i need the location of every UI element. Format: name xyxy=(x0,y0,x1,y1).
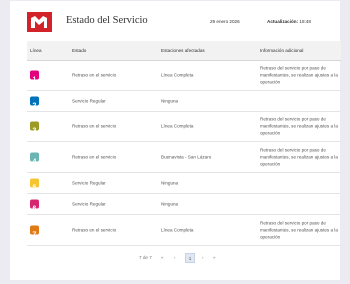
table-row: 5 Servicio Regular Ninguna xyxy=(27,172,341,194)
row-status: Retraso en el servicio xyxy=(72,227,117,232)
table-row: 6 Servicio Regular Ninguna xyxy=(27,193,341,215)
svg-text:1: 1 xyxy=(33,77,37,84)
metro-line-4-icon: 4 xyxy=(30,152,39,165)
metro-line-7-icon: 7 xyxy=(30,225,39,238)
row-affected-stations: Línea Completa xyxy=(161,123,194,129)
column-header-status: Estado xyxy=(72,48,87,53)
first-page-button[interactable]: « xyxy=(161,255,164,260)
row-status: Servicio Regular xyxy=(72,98,106,103)
row-status: Servicio Regular xyxy=(72,180,106,185)
row-status: Retraso en el servicio xyxy=(72,72,117,78)
page-title: Estado del Servicio xyxy=(66,15,148,26)
svg-text:7: 7 xyxy=(33,231,37,238)
table-row: 1 Retraso en el servicio Línea Completa Ret… xyxy=(27,60,341,91)
row-additional-info: Retraso del servicio por paso de manifes… xyxy=(260,116,338,136)
row-status: Retraso en el servicio xyxy=(72,123,117,129)
prev-page-button[interactable]: ‹ xyxy=(174,255,176,260)
svg-text:2: 2 xyxy=(33,102,37,109)
metro-line-3-icon: 3 xyxy=(30,121,39,135)
svg-text:6: 6 xyxy=(33,205,37,212)
column-header-stations: Estaciones afectadas xyxy=(161,48,205,53)
metro-logo xyxy=(27,12,52,32)
metro-line-1-icon: 1 xyxy=(30,70,39,84)
svg-text:3: 3 xyxy=(33,128,37,135)
row-status: Servicio Regular xyxy=(72,201,106,206)
column-header-line: Línea xyxy=(30,48,42,53)
last-updated-label: Actualización: xyxy=(267,19,299,24)
row-affected-stations: Ninguna xyxy=(161,180,179,185)
metro-line-5-icon: 5 xyxy=(30,178,39,191)
metro-line-2-icon: 2 xyxy=(30,96,39,109)
next-page-button[interactable]: › xyxy=(202,255,204,260)
service-status-card: Estado del Servicio 29 enero 2026 Actual… xyxy=(10,1,341,280)
row-additional-info: Retraso del servicio por paso de manifes… xyxy=(260,65,338,85)
row-affected-stations: Buenavista - San Lázaro xyxy=(161,154,212,159)
current-date: 29 enero 2026 xyxy=(210,19,240,24)
last-updated: Actualización: 18:48 xyxy=(267,19,311,24)
table-row: 2 Servicio Regular Ninguna xyxy=(27,90,341,112)
table-row: 3 Retraso en el servicio Línea Completa Ret… xyxy=(27,111,341,142)
last-updated-time: 18:48 xyxy=(299,19,311,24)
row-additional-info: Retraso del servicio por paso de manifes… xyxy=(260,220,338,239)
page-info: 7 de 7 xyxy=(139,255,152,260)
table-row: 4 Retraso en el servicio Buenavista - San … xyxy=(27,141,341,173)
row-additional-info: Retraso del servicio por paso de manifes… xyxy=(260,147,338,166)
row-affected-stations: Línea Completa xyxy=(161,72,194,78)
table-header: Línea Estado Estaciones afectadas Inform… xyxy=(27,41,341,61)
metro-line-6-icon: 6 xyxy=(30,199,39,212)
svg-text:4: 4 xyxy=(33,158,37,165)
row-affected-stations: Ninguna xyxy=(161,98,179,103)
row-affected-stations: Ninguna xyxy=(161,201,179,206)
current-page-button[interactable]: 1 xyxy=(185,253,195,263)
svg-text:5: 5 xyxy=(33,184,37,191)
column-header-info: Información adicional xyxy=(260,48,304,53)
row-status: Retraso en el servicio xyxy=(72,154,117,159)
last-page-button[interactable]: » xyxy=(213,255,216,260)
table-row: 7 Retraso en el servicio Línea Completa Ret… xyxy=(27,214,341,246)
pagination: 7 de 7 « ‹ 1 › » xyxy=(10,253,340,265)
row-affected-stations: Línea Completa xyxy=(161,227,194,232)
